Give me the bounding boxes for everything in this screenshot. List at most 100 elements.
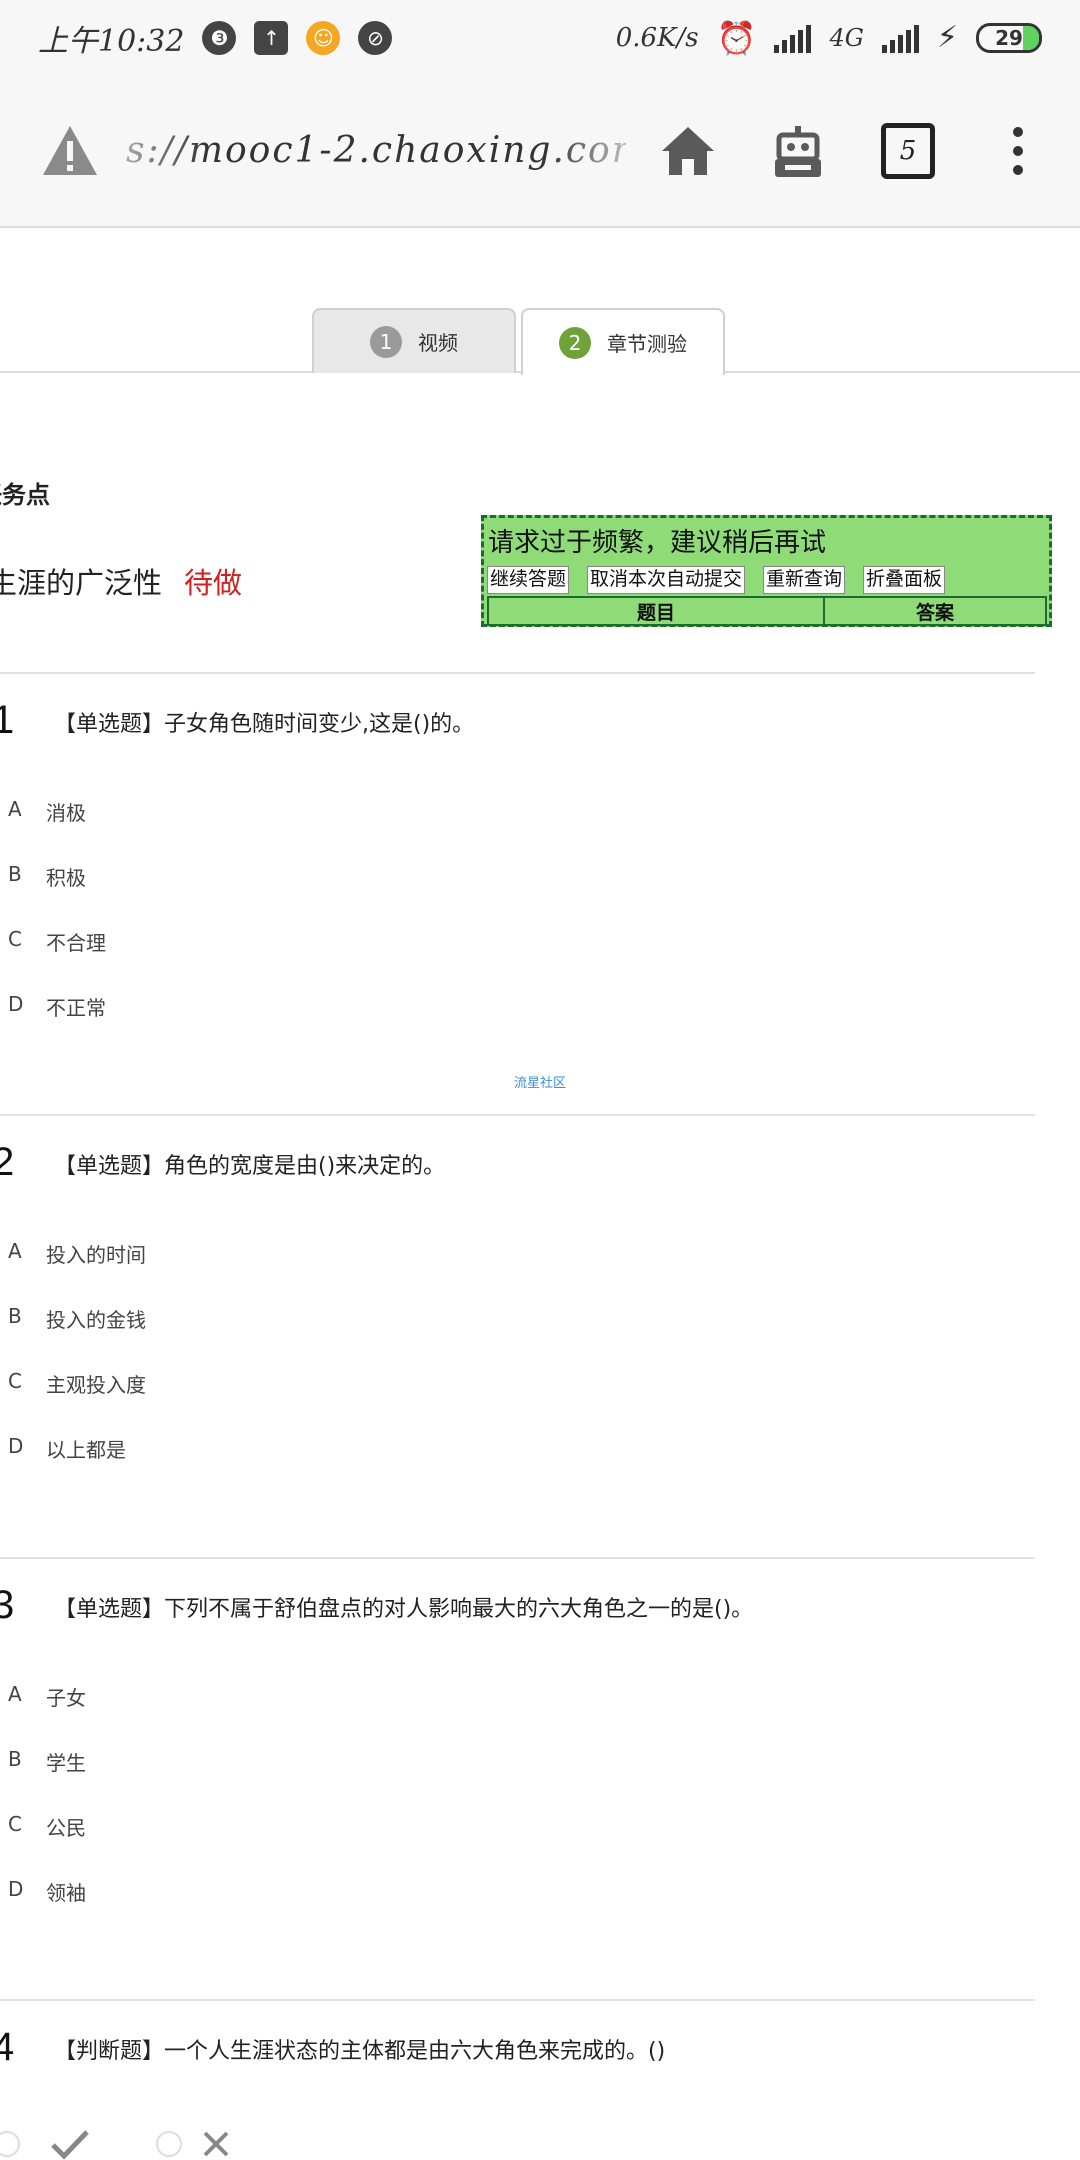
option-letter: C <box>8 1369 22 1393</box>
option-text: 主观投入度 <box>46 1373 146 1397</box>
blocked-icon: ⊘ <box>358 20 393 55</box>
question-number: 2 <box>0 1140 15 1184</box>
option-letter: B <box>8 1304 22 1328</box>
option-b[interactable]: B 学生 <box>8 1747 86 1776</box>
credit-link[interactable]: 流星社区 <box>514 1072 566 1091</box>
question-text: 【单选题】下列不属于舒伯盘点的对人影响最大的六大角色之一的是()。 <box>54 1597 754 1622</box>
alarm-icon: ⏰ <box>716 18 757 57</box>
chapter-title: 生涯的广泛性 待做 <box>0 560 242 602</box>
helper-table: 题目 答案 <box>487 596 1047 626</box>
robot-button[interactable] <box>766 119 830 183</box>
option-letter: C <box>8 927 22 951</box>
task-point-label: 任务点 <box>0 481 50 509</box>
notification-app-icon: ❸ <box>202 20 237 55</box>
answer-helper-panel: 请求过于频繁，建议稍后再试 继续答题 取消本次自动提交 重新查询 折叠面板 题目… <box>481 515 1052 627</box>
menu-button[interactable] <box>986 119 1050 183</box>
option-letter: C <box>8 1812 22 1836</box>
option-letter: B <box>8 862 22 886</box>
question-text: 【单选题】角色的宽度是由()来决定的。 <box>54 1154 446 1179</box>
option-text: 学生 <box>46 1751 86 1775</box>
judge-options <box>0 2128 230 2160</box>
signal-icon-2 <box>881 23 919 53</box>
check-icon <box>51 2130 89 2160</box>
status-left: 上午10:32 ❸ ↑ ☺ ⊘ <box>38 16 393 60</box>
question-number: 3 <box>0 1583 15 1627</box>
question-number: 1 <box>0 698 15 742</box>
battery-icon: 29 <box>976 22 1042 53</box>
upload-icon: ↑ <box>254 20 289 55</box>
divider <box>0 1557 1035 1559</box>
option-letter: D <box>8 1434 24 1458</box>
requery-button[interactable]: 重新查询 <box>763 566 846 594</box>
option-text: 以上都是 <box>46 1438 126 1462</box>
option-text: 领袖 <box>46 1881 86 1905</box>
option-a[interactable]: A 子女 <box>8 1682 86 1711</box>
option-d[interactable]: D 以上都是 <box>8 1434 126 1463</box>
option-letter: A <box>8 1682 22 1706</box>
helper-buttons: 继续答题 取消本次自动提交 重新查询 折叠面板 <box>487 566 946 594</box>
tab-chapter-quiz[interactable]: 2 章节测验 <box>521 308 725 375</box>
page-tabs: 1 视频 2 章节测验 <box>0 308 1080 375</box>
option-letter: D <box>8 992 24 1016</box>
table-header-question: 题目 <box>489 598 825 624</box>
option-c[interactable]: C 主观投入度 <box>8 1369 146 1398</box>
tab-number: 2 <box>559 326 591 359</box>
status-bar: 上午10:32 ❸ ↑ ☺ ⊘ 0.6K/s ⏰ 4G ⚡ 29 <box>0 0 1080 75</box>
tab-label: 视频 <box>418 331 458 355</box>
network-type: 4G <box>829 23 864 52</box>
more-vertical-icon <box>1013 126 1023 175</box>
true-radio[interactable] <box>0 2131 20 2157</box>
home-button[interactable] <box>656 119 720 183</box>
option-a[interactable]: A 投入的时间 <box>8 1239 146 1268</box>
option-text: 不合理 <box>46 931 106 955</box>
option-text: 子女 <box>46 1686 86 1710</box>
option-letter: B <box>8 1747 22 1771</box>
status-time: 上午10:32 <box>38 23 185 59</box>
divider <box>0 672 1035 674</box>
collapse-panel-button[interactable]: 折叠面板 <box>863 566 946 594</box>
tab-label: 章节测验 <box>607 332 687 356</box>
option-b[interactable]: B 投入的金钱 <box>8 1304 146 1333</box>
continue-answering-button[interactable]: 继续答题 <box>487 566 570 594</box>
option-a[interactable]: A 消极 <box>8 797 86 826</box>
option-c[interactable]: C 不合理 <box>8 927 106 956</box>
option-letter: D <box>8 1877 24 1901</box>
question-number: 4 <box>0 2025 15 2069</box>
tab-count: 5 <box>881 122 935 179</box>
task-status: 待做 <box>184 566 243 600</box>
false-radio[interactable] <box>156 2131 182 2157</box>
home-icon <box>662 126 714 175</box>
tab-number: 1 <box>370 325 402 358</box>
tab-video[interactable]: 1 视频 <box>312 308 516 373</box>
option-c[interactable]: C 公民 <box>8 1812 86 1841</box>
option-letter: A <box>8 797 22 821</box>
helper-message: 请求过于频繁，建议稍后再试 <box>488 527 827 557</box>
option-text: 投入的金钱 <box>46 1308 146 1332</box>
url-field[interactable]: s://mooc1-2.chaoxing.com/myc <box>126 130 626 171</box>
option-text: 消极 <box>46 801 86 825</box>
divider <box>0 1114 1035 1116</box>
option-text: 投入的时间 <box>46 1243 146 1267</box>
warning-icon[interactable] <box>40 123 100 179</box>
charging-icon: ⚡ <box>936 20 958 55</box>
network-speed: 0.6K/s <box>615 22 699 53</box>
option-b[interactable]: B 积极 <box>8 862 86 891</box>
question-text: 【判断题】一个人生涯状态的主体都是由六大角色来完成的。() <box>54 2039 666 2064</box>
cross-icon <box>203 2131 229 2157</box>
address-actions: 5 <box>656 119 1050 183</box>
option-d[interactable]: D 不正常 <box>8 992 106 1021</box>
option-d[interactable]: D 领袖 <box>8 1877 86 1906</box>
status-right: 0.6K/s ⏰ 4G ⚡ 29 <box>616 19 1042 57</box>
chapter-title-text: 生涯的广泛性 <box>0 566 163 600</box>
signal-icon <box>774 23 812 53</box>
divider <box>0 1999 1035 2001</box>
robot-icon <box>775 125 821 177</box>
option-text: 公民 <box>46 1816 86 1840</box>
option-text: 积极 <box>46 866 86 890</box>
cancel-auto-submit-button[interactable]: 取消本次自动提交 <box>587 566 746 594</box>
tabs-button[interactable]: 5 <box>876 119 940 183</box>
table-header-answer: 答案 <box>915 602 954 624</box>
battery-level: 29 <box>995 25 1023 50</box>
question-text: 【单选题】子女角色随时间变少,这是()的。 <box>54 712 475 737</box>
browser-address-bar: s://mooc1-2.chaoxing.com/myc 5 <box>0 75 1080 228</box>
